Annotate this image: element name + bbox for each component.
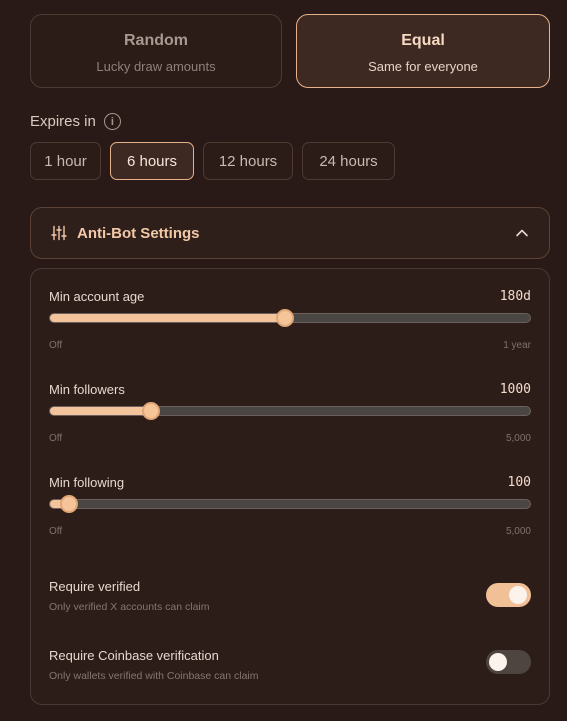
slider-thumb[interactable] bbox=[276, 309, 295, 327]
slider-min-label: Off bbox=[49, 433, 63, 444]
sliders-icon bbox=[51, 225, 67, 241]
require-verified-toggle[interactable] bbox=[486, 583, 531, 607]
slider-max-label: 5,000 bbox=[505, 526, 531, 537]
split-random-option[interactable]: Random Lucky draw amounts bbox=[30, 14, 282, 88]
toggle-knob bbox=[509, 586, 527, 604]
slider-fill bbox=[50, 314, 286, 322]
require-coinbase-verification-toggle[interactable] bbox=[486, 650, 531, 674]
toggle-description: Only verified X accounts can claim bbox=[49, 601, 210, 613]
expiry-6-hours-button[interactable]: 6 hours bbox=[110, 142, 194, 180]
antibot-settings-header[interactable]: Anti-Bot Settings bbox=[30, 207, 550, 259]
chevron-up-icon[interactable] bbox=[515, 226, 529, 240]
toggle-knob bbox=[489, 653, 507, 671]
expiry-1-hour-button[interactable]: 1 hour bbox=[30, 142, 101, 180]
slider-value: 180d bbox=[499, 289, 531, 304]
slider-label: Min followers bbox=[49, 382, 125, 397]
split-type-selector: Random Lucky draw amounts Equal Same for… bbox=[30, 14, 550, 88]
slider-label: Min account age bbox=[49, 289, 145, 304]
min-following-slider[interactable] bbox=[49, 495, 531, 513]
slider-value: 100 bbox=[507, 475, 531, 490]
slider-min-label: Off bbox=[49, 340, 63, 351]
info-icon[interactable]: i bbox=[103, 113, 121, 130]
antibot-settings-title: Anti-Bot Settings bbox=[77, 224, 200, 242]
slider-label: Min following bbox=[49, 475, 125, 490]
split-random-subtitle: Lucky draw amounts bbox=[96, 59, 216, 74]
split-equal-option[interactable]: Equal Same for everyone bbox=[296, 14, 550, 88]
slider-thumb[interactable] bbox=[141, 402, 160, 420]
expiry-24-hours-button[interactable]: 24 hours bbox=[302, 142, 395, 180]
slider-min-label: Off bbox=[49, 526, 63, 537]
split-equal-subtitle: Same for everyone bbox=[368, 59, 478, 74]
slider-max-label: 5,000 bbox=[505, 433, 531, 444]
split-random-title: Random bbox=[124, 32, 188, 49]
toggle-label: Require Coinbase verification bbox=[49, 648, 219, 663]
expires-label-text: Expires in bbox=[30, 113, 96, 130]
slider-max-label: 1 year bbox=[503, 340, 531, 351]
antibot-settings-panel: Min account age 180d Off 1 year Min foll… bbox=[30, 268, 550, 705]
slider-fill bbox=[50, 407, 151, 415]
expiry-12-hours-button[interactable]: 12 hours bbox=[203, 142, 293, 180]
slider-value: 1000 bbox=[499, 382, 531, 397]
expires-label: Expires in i bbox=[30, 113, 121, 130]
toggle-label: Require verified bbox=[49, 579, 141, 594]
min-followers-slider[interactable] bbox=[49, 402, 531, 420]
slider-thumb[interactable] bbox=[60, 495, 79, 513]
split-equal-title: Equal bbox=[401, 32, 445, 49]
min-account-age-slider[interactable] bbox=[49, 309, 531, 327]
toggle-description: Only wallets verified with Coinbase can … bbox=[49, 670, 259, 682]
